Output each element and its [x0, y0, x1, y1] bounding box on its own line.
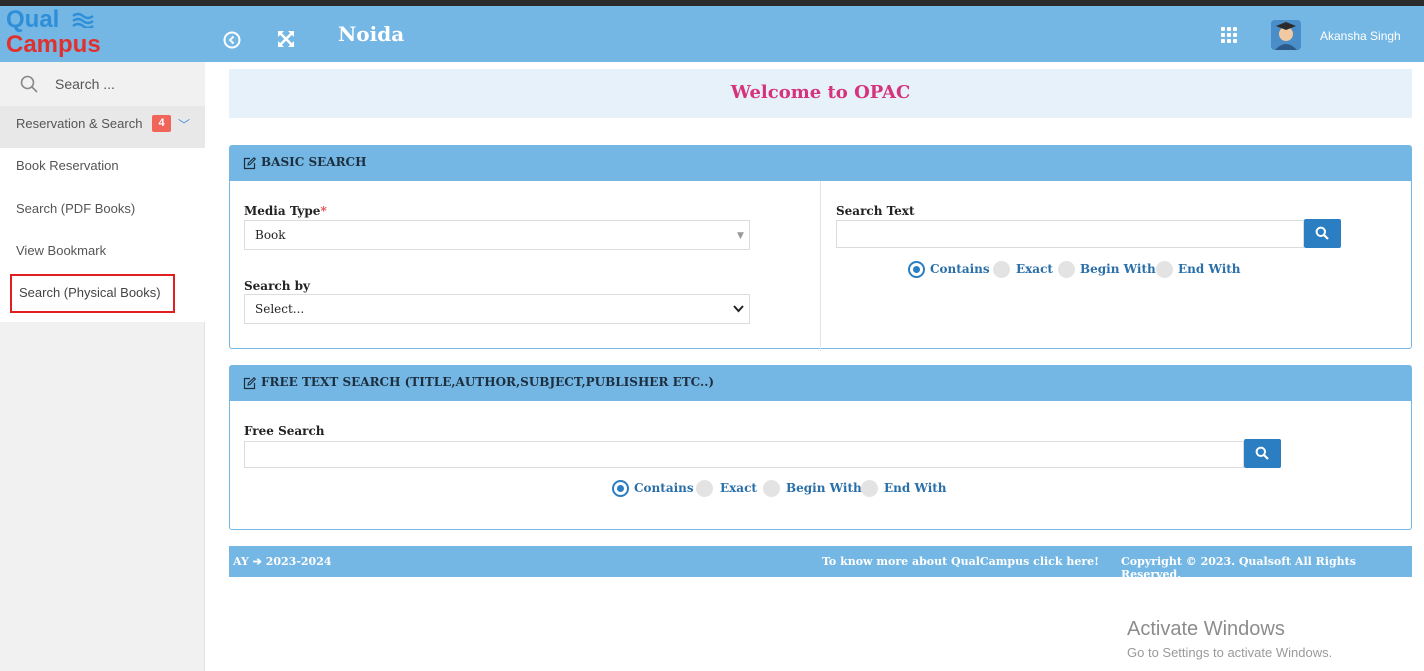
sidebar-group-label: Reservation & Search	[16, 116, 143, 131]
free-radio-end-with-label: End With	[884, 481, 947, 495]
basic-radio-exact-label: Exact	[1016, 262, 1053, 276]
activate-windows-title: Activate Windows	[1127, 618, 1285, 640]
sidebar-item-book-reservation[interactable]: Book Reservation	[16, 158, 119, 173]
fullscreen-icon[interactable]	[276, 29, 296, 49]
free-search-label: Free Search	[244, 424, 325, 438]
activate-windows-subtitle: Go to Settings to activate Windows.	[1127, 645, 1333, 660]
free-radio-begin-with-label: Begin With	[786, 481, 862, 495]
apps-grid-icon[interactable]	[1221, 27, 1237, 43]
free-radio-contains[interactable]	[612, 480, 629, 497]
search-text-label: Search Text	[836, 204, 915, 218]
edit-icon	[243, 377, 256, 390]
free-text-search-title: FREE TEXT SEARCH (TITLE,AUTHOR,SUBJECT,P…	[261, 375, 715, 389]
search-by-value: Select...	[255, 302, 305, 316]
basic-radio-begin-with[interactable]	[1058, 261, 1075, 278]
media-type-label: Media Type*	[244, 204, 327, 218]
dropdown-caret-icon: ▼	[737, 231, 744, 241]
basic-radio-end-with[interactable]	[1156, 261, 1173, 278]
free-radio-exact-label: Exact	[720, 481, 757, 495]
sidebar-search[interactable]: Search ...	[0, 62, 205, 106]
academic-year: AY ➔ 2023-2024	[233, 555, 332, 568]
sidebar-group-badge: 4	[152, 115, 171, 132]
welcome-banner: Welcome to OPAC	[229, 69, 1412, 118]
basic-search-header: BASIC SEARCH	[230, 146, 1411, 181]
logo-wave-icon	[72, 12, 94, 28]
chevron-down-icon	[733, 305, 744, 313]
media-type-value: Book	[255, 228, 286, 242]
sidebar-search-placeholder: Search ...	[55, 76, 115, 92]
logo-text-campus: Campus	[6, 31, 101, 58]
free-radio-contains-label: Contains	[634, 481, 694, 495]
chevron-down-icon: ﹀	[178, 118, 191, 132]
free-radio-exact[interactable]	[696, 480, 713, 497]
edit-icon	[243, 157, 256, 170]
free-text-search-panel: FREE TEXT SEARCH (TITLE,AUTHOR,SUBJECT,P…	[229, 365, 1412, 530]
qualcampus-info-link[interactable]: To know more about QualCampus click here…	[822, 555, 1099, 568]
basic-radio-end-with-label: End With	[1178, 262, 1241, 276]
search-by-select[interactable]: Select...	[244, 294, 750, 324]
basic-radio-contains[interactable]	[908, 261, 925, 278]
top-navbar	[0, 6, 1424, 62]
basic-search-title: BASIC SEARCH	[261, 155, 367, 169]
basic-radio-begin-with-label: Begin With	[1080, 262, 1156, 276]
search-text-input[interactable]	[836, 220, 1304, 248]
free-search-input[interactable]	[244, 441, 1244, 468]
page-title: Welcome to OPAC	[730, 82, 911, 103]
sidebar-item-search-physical-books[interactable]: Search (Physical Books)	[10, 274, 175, 313]
column-divider	[820, 181, 821, 351]
qualcampus-logo[interactable]: Qual Campus	[0, 6, 205, 62]
user-name[interactable]: Akansha Singh	[1320, 29, 1401, 43]
sidebar-item-view-bookmark[interactable]: View Bookmark	[16, 243, 106, 258]
search-icon	[1255, 446, 1269, 460]
footer-bar: AY ➔ 2023-2024 To know more about QualCa…	[229, 546, 1412, 581]
logo-text-qual: Qual	[6, 6, 60, 33]
sidebar-item-search-pdf-books[interactable]: Search (PDF Books)	[16, 201, 135, 216]
media-type-select[interactable]: Book ▼	[244, 220, 750, 250]
search-by-label: Search by	[244, 279, 310, 293]
search-icon	[20, 75, 38, 93]
basic-search-button[interactable]	[1304, 219, 1341, 248]
copyright-text: Copyright © 2023. Qualsoft All Rights Re…	[1121, 555, 1356, 581]
graduate-avatar-icon	[1271, 20, 1301, 50]
required-mark: *	[320, 204, 327, 218]
free-search-button[interactable]	[1244, 439, 1281, 468]
basic-radio-exact[interactable]	[993, 261, 1010, 278]
back-circle-icon[interactable]	[222, 30, 242, 50]
basic-search-panel: BASIC SEARCH Media Type* Book ▼ Search b…	[229, 145, 1412, 351]
free-radio-end-with[interactable]	[861, 480, 878, 497]
campus-location: Noida	[338, 22, 405, 46]
user-avatar[interactable]	[1271, 20, 1301, 50]
basic-radio-contains-label: Contains	[930, 262, 990, 276]
free-text-search-header: FREE TEXT SEARCH (TITLE,AUTHOR,SUBJECT,P…	[230, 366, 1411, 401]
free-radio-begin-with[interactable]	[763, 480, 780, 497]
sidebar: Search ... Reservation & Search 4 ﹀ Book…	[0, 62, 205, 671]
sidebar-group-reservation-search[interactable]: Reservation & Search 4 ﹀	[0, 106, 205, 148]
search-icon	[1315, 226, 1329, 240]
